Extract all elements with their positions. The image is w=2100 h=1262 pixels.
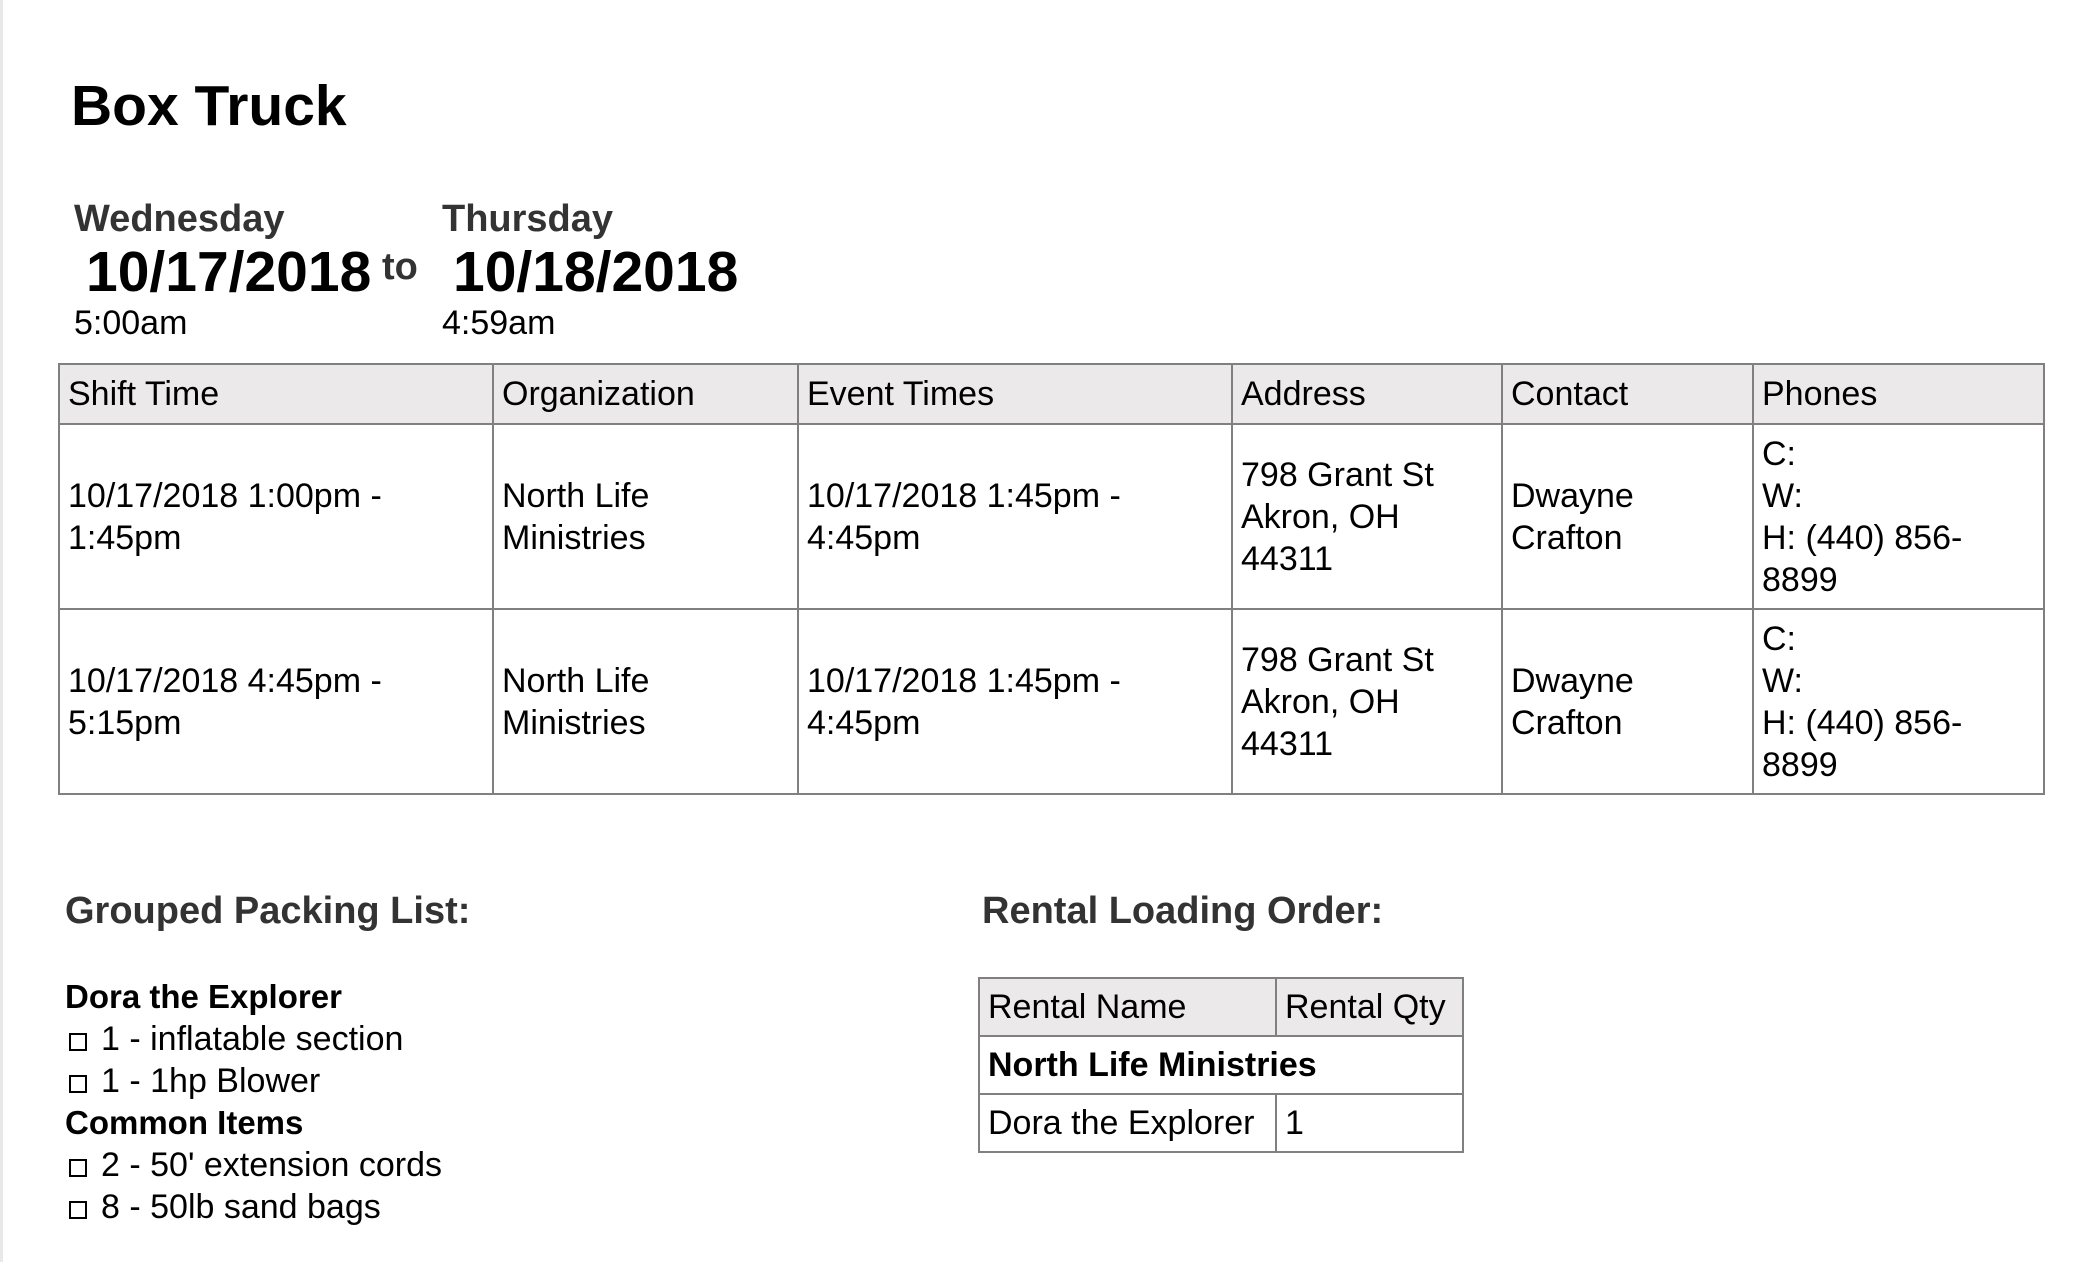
packing-group-name: Dora the Explorer bbox=[65, 978, 342, 1015]
event-times-cell: 10/17/2018 1:45pm - 4:45pm bbox=[797, 423, 1233, 610]
event-times-line: 4:45pm bbox=[807, 703, 921, 742]
rental-order-heading: Rental Loading Order: bbox=[982, 890, 1384, 932]
start-date: 10/17/2018 bbox=[86, 240, 372, 304]
address-line: 798 Grant St bbox=[1241, 455, 1434, 494]
address-line: 798 Grant St bbox=[1241, 640, 1434, 679]
column-header-organization: Organization bbox=[492, 363, 799, 425]
phone-cell-line: C: bbox=[1762, 434, 1796, 473]
packing-group-name: Common Items bbox=[65, 1104, 304, 1141]
organization-line: Ministries bbox=[502, 703, 646, 742]
empty-checkbox-icon[interactable] bbox=[69, 1033, 87, 1051]
column-header-address: Address bbox=[1231, 363, 1503, 425]
range-separator: to bbox=[382, 246, 418, 288]
rental-qty-cell: 1 bbox=[1275, 1093, 1464, 1153]
organization-line: North Life bbox=[502, 661, 650, 700]
column-header-phones: Phones bbox=[1752, 363, 2045, 425]
column-header-rental-qty: Rental Qty bbox=[1275, 977, 1464, 1037]
start-day: Wednesday bbox=[74, 198, 285, 240]
phone-home-line-cont: 8899 bbox=[1762, 560, 1838, 599]
shift-time-cell: 10/17/2018 1:00pm - 1:45pm bbox=[58, 423, 494, 610]
empty-checkbox-icon[interactable] bbox=[69, 1201, 87, 1219]
phone-home-line: H: (440) 856- bbox=[1762, 703, 1963, 742]
event-times-line: 4:45pm bbox=[807, 518, 921, 557]
phone-home-line: H: (440) 856- bbox=[1762, 518, 1963, 557]
organization-line: Ministries bbox=[502, 518, 646, 557]
column-header-event-times: Event Times bbox=[797, 363, 1233, 425]
event-times-line: 10/17/2018 1:45pm - bbox=[807, 661, 1121, 700]
shift-time-line: 5:15pm bbox=[68, 703, 182, 742]
shifts-table: Shift Time Organization Event Times Addr… bbox=[58, 363, 2045, 795]
packing-item-label: 2 - 50' extension cords bbox=[101, 1146, 443, 1184]
contact-line: Crafton bbox=[1511, 703, 1623, 742]
column-header-shift-time: Shift Time bbox=[58, 363, 494, 425]
table-row: 10/17/2018 1:00pm - 1:45pm North Life Mi… bbox=[58, 423, 2045, 610]
contact-cell: Dwayne Crafton bbox=[1501, 608, 1754, 795]
phone-cell-line: C: bbox=[1762, 619, 1796, 658]
end-time: 4:59am bbox=[442, 304, 556, 342]
organization-cell: North Life Ministries bbox=[492, 608, 799, 795]
packing-item[interactable]: 1 - inflatable section bbox=[65, 1018, 442, 1060]
shift-time-cell: 10/17/2018 4:45pm - 5:15pm bbox=[58, 608, 494, 795]
column-header-rental-name: Rental Name bbox=[978, 977, 1277, 1037]
packing-item[interactable]: 2 - 50' extension cords bbox=[65, 1144, 442, 1186]
organization-line: North Life bbox=[502, 476, 650, 515]
packing-list: Dora the Explorer 1 - inflatable section… bbox=[65, 976, 442, 1228]
address-cell: 798 Grant St Akron, OH 44311 bbox=[1231, 423, 1503, 610]
table-header-row: Rental Name Rental Qty bbox=[978, 977, 1464, 1037]
address-line: Akron, OH bbox=[1241, 497, 1400, 536]
packing-item-label: 1 - 1hp Blower bbox=[101, 1062, 321, 1100]
rental-order-table: Rental Name Rental Qty North Life Minist… bbox=[978, 977, 1464, 1153]
end-day: Thursday bbox=[442, 198, 614, 240]
rental-group-name: North Life Ministries bbox=[978, 1035, 1464, 1095]
table-header-row: Shift Time Organization Event Times Addr… bbox=[58, 363, 2045, 425]
packing-list-heading: Grouped Packing List: bbox=[65, 890, 471, 932]
phones-cell: C: W: H: (440) 856- 8899 bbox=[1752, 423, 2045, 610]
page-edge bbox=[0, 0, 3, 1262]
phone-work-line: W: bbox=[1762, 476, 1803, 515]
organization-cell: North Life Ministries bbox=[492, 423, 799, 610]
event-times-cell: 10/17/2018 1:45pm - 4:45pm bbox=[797, 608, 1233, 795]
packing-item-label: 1 - inflatable section bbox=[101, 1020, 404, 1058]
table-row: Dora the Explorer 1 bbox=[978, 1093, 1464, 1153]
rental-group-row: North Life Ministries bbox=[978, 1035, 1464, 1095]
shift-time-line: 10/17/2018 4:45pm - bbox=[68, 661, 382, 700]
packing-item[interactable]: 1 - 1hp Blower bbox=[65, 1060, 442, 1102]
address-line: 44311 bbox=[1241, 724, 1334, 763]
table-row: 10/17/2018 4:45pm - 5:15pm North Life Mi… bbox=[58, 608, 2045, 795]
phone-home-line-cont: 8899 bbox=[1762, 745, 1838, 784]
contact-line: Crafton bbox=[1511, 518, 1623, 557]
page-title: Box Truck bbox=[71, 74, 347, 138]
start-time: 5:00am bbox=[74, 304, 188, 342]
column-header-contact: Contact bbox=[1501, 363, 1754, 425]
phones-cell: C: W: H: (440) 856- 8899 bbox=[1752, 608, 2045, 795]
event-times-line: 10/17/2018 1:45pm - bbox=[807, 476, 1121, 515]
packing-item[interactable]: 8 - 50lb sand bags bbox=[65, 1186, 442, 1228]
shift-time-line: 10/17/2018 1:00pm - bbox=[68, 476, 382, 515]
packing-item-label: 8 - 50lb sand bags bbox=[101, 1188, 381, 1226]
shift-time-line: 1:45pm bbox=[68, 518, 182, 557]
empty-checkbox-icon[interactable] bbox=[69, 1075, 87, 1093]
rental-name-cell: Dora the Explorer bbox=[978, 1093, 1277, 1153]
contact-cell: Dwayne Crafton bbox=[1501, 423, 1754, 610]
address-line: Akron, OH bbox=[1241, 682, 1400, 721]
empty-checkbox-icon[interactable] bbox=[69, 1159, 87, 1177]
end-date: 10/18/2018 bbox=[453, 240, 739, 304]
contact-line: Dwayne bbox=[1511, 476, 1634, 515]
phone-work-line: W: bbox=[1762, 661, 1803, 700]
contact-line: Dwayne bbox=[1511, 661, 1634, 700]
address-line: 44311 bbox=[1241, 539, 1334, 578]
address-cell: 798 Grant St Akron, OH 44311 bbox=[1231, 608, 1503, 795]
